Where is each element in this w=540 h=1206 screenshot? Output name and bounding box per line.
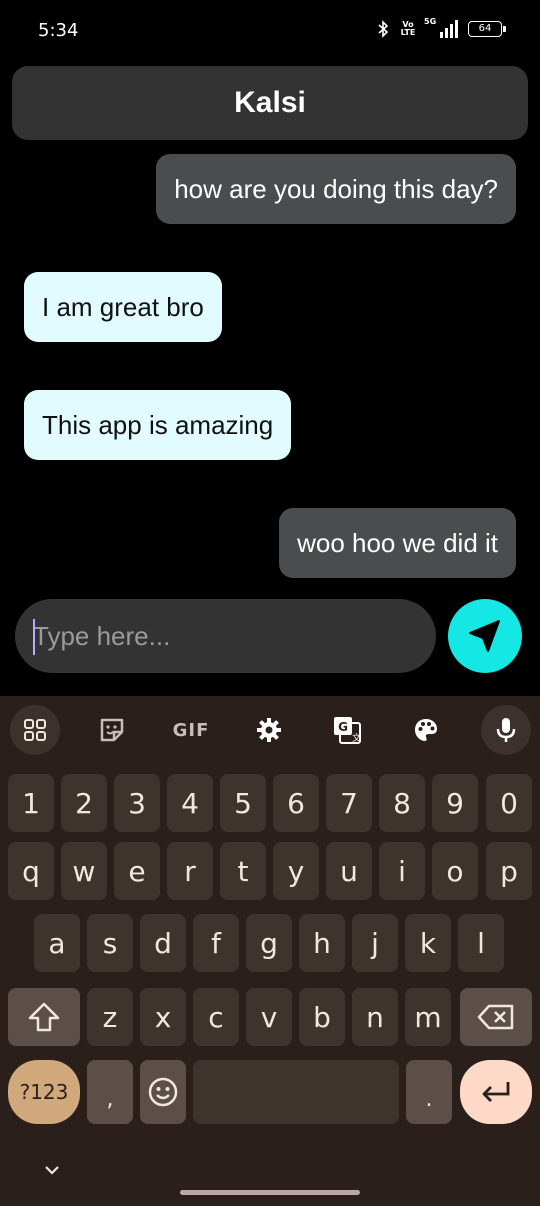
key-7[interactable]: 7 [326, 774, 372, 832]
key-l[interactable]: l [458, 914, 504, 972]
message-text: This app is amazing [42, 409, 274, 440]
settings-gear-icon [257, 718, 281, 742]
network-type-label: 5G [424, 17, 437, 26]
key-r[interactable]: r [167, 842, 213, 900]
key-a[interactable]: a [34, 914, 80, 972]
space-key[interactable] [193, 1060, 399, 1124]
key-n[interactable]: n [352, 988, 398, 1046]
backspace-key[interactable] [460, 988, 532, 1046]
key-y[interactable]: y [273, 842, 319, 900]
svg-text:G: G [338, 720, 348, 734]
key-6[interactable]: 6 [273, 774, 319, 832]
hide-keyboard-icon[interactable] [42, 1162, 62, 1178]
gif-button[interactable]: GIF [166, 705, 216, 755]
chat-header: Kalsi [12, 66, 528, 140]
message-text: I am great bro [42, 291, 204, 322]
gif-icon: GIF [172, 719, 210, 741]
theme-button[interactable] [401, 705, 451, 755]
key-5[interactable]: 5 [220, 774, 266, 832]
volte-icon: Vo LTE [400, 20, 416, 37]
sticker-button[interactable] [87, 705, 137, 755]
message-input[interactable] [33, 620, 436, 652]
translate-button[interactable]: G 文 [322, 705, 372, 755]
key-t[interactable]: t [220, 842, 266, 900]
key-1[interactable]: 1 [8, 774, 54, 832]
status-icons: Vo LTE 5G 64 [376, 17, 506, 38]
text-cursor [33, 619, 35, 655]
key-c[interactable]: c [193, 988, 239, 1046]
gesture-navigation-handle[interactable] [180, 1190, 360, 1195]
keyboard-toolbar: GIF G 文 [0, 696, 540, 762]
key-g[interactable]: g [246, 914, 292, 972]
message-text: how are you doing this day? [174, 173, 498, 204]
key-8[interactable]: 8 [379, 774, 425, 832]
key-v[interactable]: v [246, 988, 292, 1046]
status-time: 5:34 [38, 20, 79, 41]
key-u[interactable]: u [326, 842, 372, 900]
status-bar: 5:34 Vo LTE 5G 64 [0, 0, 540, 62]
message-bubble-sent[interactable]: woo hoo we did it [279, 508, 516, 578]
contact-name: Kalsi [234, 86, 306, 119]
message-text: woo hoo we did it [297, 527, 498, 558]
key-x[interactable]: x [140, 988, 186, 1046]
translate-icon: G 文 [334, 717, 361, 744]
microphone-icon [496, 718, 516, 742]
sticker-icon [100, 718, 124, 742]
key-s[interactable]: s [87, 914, 133, 972]
key-j[interactable]: j [352, 914, 398, 972]
apps-grid-icon [24, 719, 46, 741]
period-key[interactable]: . [406, 1060, 452, 1124]
key-w[interactable]: w [61, 842, 107, 900]
bluetooth-icon [378, 20, 389, 38]
message-bubble-received[interactable]: This app is amazing [24, 390, 292, 460]
message-composer[interactable] [15, 599, 436, 673]
key-p[interactable]: p [486, 842, 532, 900]
svg-text:文: 文 [352, 732, 361, 744]
shift-key[interactable] [8, 988, 80, 1046]
message-bubble-received[interactable]: I am great bro [24, 272, 222, 342]
key-m[interactable]: m [405, 988, 451, 1046]
key-k[interactable]: k [405, 914, 451, 972]
enter-key[interactable] [460, 1060, 532, 1124]
emoji-key[interactable] [140, 1060, 186, 1124]
comma-key[interactable]: , [87, 1060, 133, 1124]
battery-icon: 64 [468, 21, 506, 37]
voice-input-button[interactable] [481, 705, 531, 755]
key-e[interactable]: e [114, 842, 160, 900]
symbols-key[interactable]: ?123 [8, 1060, 80, 1124]
key-h[interactable]: h [299, 914, 345, 972]
key-i[interactable]: i [379, 842, 425, 900]
key-9[interactable]: 9 [432, 774, 478, 832]
key-d[interactable]: d [140, 914, 186, 972]
key-f[interactable]: f [193, 914, 239, 972]
shift-icon [28, 1002, 60, 1032]
key-z[interactable]: z [87, 988, 133, 1046]
apps-grid-button[interactable] [10, 705, 60, 755]
backspace-icon [477, 1004, 514, 1030]
keyboard-settings-button[interactable] [244, 705, 294, 755]
enter-icon [482, 1082, 510, 1102]
palette-icon [415, 719, 437, 741]
key-o[interactable]: o [432, 842, 478, 900]
key-b[interactable]: b [299, 988, 345, 1046]
emoji-icon [148, 1077, 178, 1107]
send-icon [469, 620, 500, 652]
key-2[interactable]: 2 [61, 774, 107, 832]
signal-icon: 5G [424, 17, 458, 38]
send-button[interactable] [448, 599, 522, 673]
message-bubble-sent[interactable]: how are you doing this day? [156, 154, 516, 224]
key-4[interactable]: 4 [167, 774, 213, 832]
key-0[interactable]: 0 [486, 774, 532, 832]
battery-level: 64 [478, 23, 492, 34]
key-3[interactable]: 3 [114, 774, 160, 832]
key-q[interactable]: q [8, 842, 54, 900]
